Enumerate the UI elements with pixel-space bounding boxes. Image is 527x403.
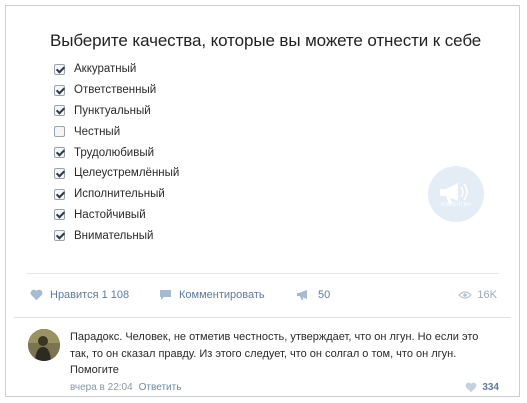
- option-label: Честный: [74, 125, 121, 138]
- checkbox-empty-icon[interactable]: [54, 126, 65, 138]
- watermark-logo: КОМЕНТАН: [428, 166, 484, 222]
- like-button[interactable]: Нравится 1 108: [30, 289, 129, 301]
- post-actions: Нравится 1 108 Комментировать 50 16K: [30, 289, 497, 305]
- comment-icon: [160, 290, 171, 300]
- share-count: 50: [318, 289, 331, 301]
- checkbox-checked-icon[interactable]: [54, 167, 65, 179]
- option-row-7[interactable]: Исполнительный: [54, 184, 179, 205]
- views-count: 16K: [477, 289, 497, 301]
- option-row-6[interactable]: Целеустремлённый: [54, 163, 179, 184]
- heart-icon: [465, 382, 477, 393]
- checkbox-checked-icon[interactable]: [54, 188, 65, 200]
- checkbox-checked-icon[interactable]: [54, 105, 65, 117]
- checkbox-checked-icon[interactable]: [54, 63, 65, 75]
- post-card: Выберите качества, которые вы можете отн…: [5, 5, 520, 397]
- checkbox-checked-icon[interactable]: [54, 230, 65, 242]
- comment-meta: вчера в 22:04 Ответить: [70, 382, 181, 393]
- option-row-1[interactable]: Аккуратный: [54, 59, 179, 80]
- option-row-2[interactable]: Ответственный: [54, 80, 179, 101]
- comment-like-count: 334: [482, 382, 499, 393]
- poll-title: Выберите качества, которые вы можете отн…: [50, 31, 482, 50]
- option-label: Ответственный: [74, 84, 157, 97]
- option-row-5[interactable]: Трудолюбивый: [54, 142, 179, 163]
- divider: [26, 273, 499, 274]
- avatar[interactable]: [28, 329, 60, 361]
- eye-icon: [458, 291, 473, 299]
- comment-text: Парадокс. Человек, не отметив честность,…: [70, 331, 479, 376]
- checkbox-checked-icon[interactable]: [54, 147, 65, 159]
- option-row-9[interactable]: Внимательный: [54, 225, 179, 246]
- comment-time[interactable]: вчера в 22:04: [70, 382, 133, 393]
- reply-link[interactable]: Ответить: [139, 382, 182, 393]
- comment-button[interactable]: Комментировать: [159, 289, 265, 301]
- heart-icon: [30, 289, 43, 301]
- watermark-text: КОМЕНТАН: [440, 202, 472, 208]
- checkbox-checked-icon[interactable]: [54, 84, 65, 96]
- option-label: Трудолюбивый: [74, 146, 155, 159]
- checkbox-checked-icon[interactable]: [54, 209, 65, 221]
- option-label: Настойчивый: [74, 208, 146, 221]
- option-label: Внимательный: [74, 229, 154, 242]
- views-counter: 16K: [458, 289, 497, 301]
- megaphone-icon: [297, 290, 307, 300]
- divider: [14, 317, 511, 318]
- comment-like-button[interactable]: 334: [465, 382, 499, 393]
- avatar-image: [28, 329, 60, 361]
- megaphone-icon: [440, 183, 468, 204]
- option-label: Исполнительный: [74, 188, 165, 201]
- option-label: Аккуратный: [74, 63, 137, 76]
- like-count: 1 108: [101, 289, 130, 301]
- share-button[interactable]: 50: [297, 289, 330, 301]
- checkbox-list: Аккуратный Ответственный Пунктуальный Че…: [54, 59, 179, 246]
- like-label: Нравится: [50, 289, 99, 301]
- option-row-8[interactable]: Настойчивый: [54, 205, 179, 226]
- option-row-4[interactable]: Честный: [54, 121, 179, 142]
- option-row-3[interactable]: Пунктуальный: [54, 101, 179, 122]
- option-label: Целеустремлённый: [74, 167, 180, 180]
- comment-label: Комментировать: [179, 289, 265, 301]
- option-label: Пунктуальный: [74, 104, 151, 117]
